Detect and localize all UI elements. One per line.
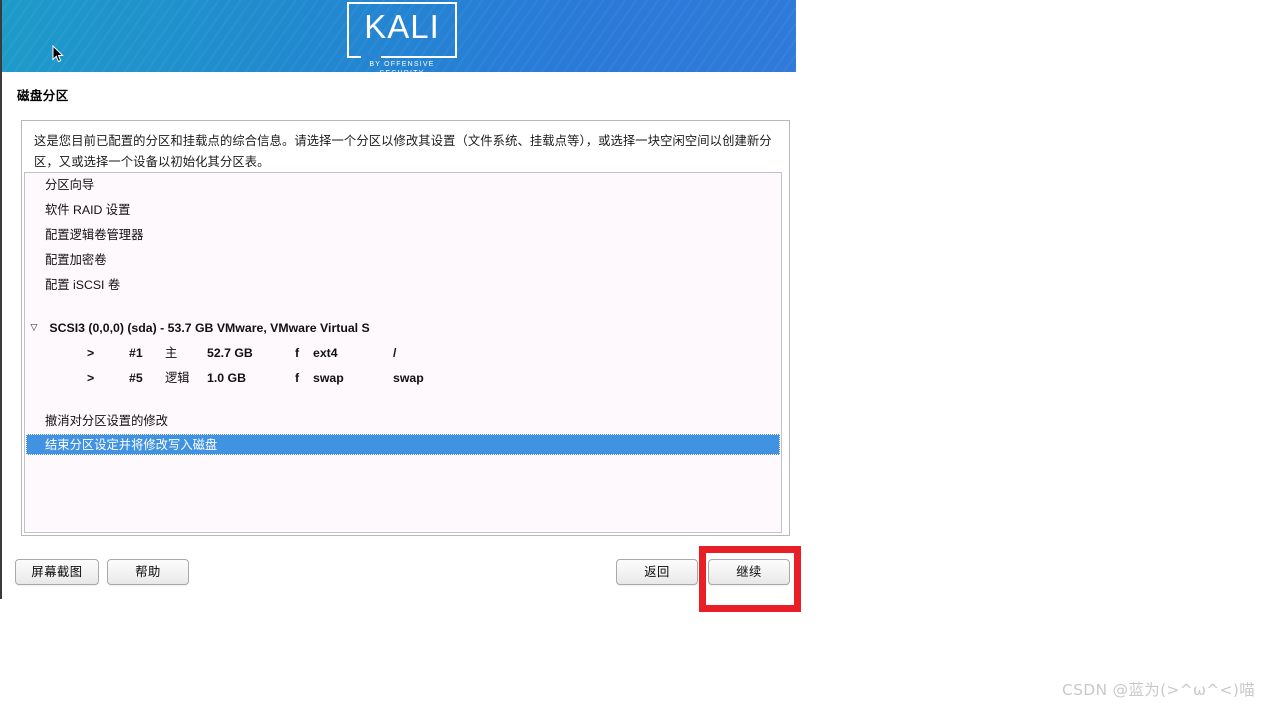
partition-mountpoint: /: [393, 346, 397, 360]
partition-type: 主: [165, 346, 178, 360]
partition-number: #5: [129, 371, 143, 385]
partition-mountpoint: swap: [393, 371, 424, 385]
watermark-text: CSDN @蓝为(>^ω^<)喵: [1062, 681, 1255, 699]
partition-size: 1.0 GB: [207, 371, 246, 385]
partition-expander[interactable]: >: [87, 341, 94, 366]
list-item-undo-changes[interactable]: 撤消对分区设置的修改: [25, 409, 781, 434]
list-item-software-raid[interactable]: 软件 RAID 设置: [25, 198, 781, 223]
mouse-cursor-icon: [52, 45, 64, 63]
installer-window: KALI BY OFFENSIVE SECURITY 磁盘分区 这是您目前已配置…: [0, 0, 796, 599]
partition-number: #1: [129, 346, 143, 360]
partition-type: 逻辑: [165, 371, 190, 385]
table-row[interactable]: > #5 逻辑 1.0 GB f swap swap: [25, 366, 781, 391]
kali-logo: KALI BY OFFENSIVE SECURITY: [347, 2, 459, 72]
list-item-label: 软件 RAID 设置: [45, 203, 131, 217]
list-item-label: 配置 iSCSI 卷: [45, 278, 121, 292]
screenshot-button[interactable]: 屏幕截图: [15, 559, 99, 585]
partition-flag: f: [295, 346, 300, 360]
list-item-label: 配置加密卷: [45, 253, 107, 267]
list-item-label: 分区向导: [45, 178, 95, 192]
description-text: 这是您目前已配置的分区和挂载点的综合信息。请选择一个分区以修改其设置（文件系统、…: [34, 134, 772, 169]
partition-list[interactable]: 分区向导 软件 RAID 设置 配置逻辑卷管理器 配置加密卷 配置 iSCSI …: [24, 172, 782, 533]
list-item-configure-encrypted-volumes[interactable]: 配置加密卷: [25, 248, 781, 273]
disk-row-sda[interactable]: ▽ SCSI3 (0,0,0) (sda) - 53.7 GB VMware, …: [25, 316, 781, 341]
page-title: 磁盘分区: [17, 89, 69, 103]
partition-filesystem: swap: [313, 371, 344, 385]
logo-notch: [361, 54, 381, 58]
disk-label: SCSI3 (0,0,0) (sda) - 53.7 GB VMware, VM…: [49, 321, 370, 335]
partition-expander[interactable]: >: [87, 366, 94, 391]
list-item-label: 结束分区设定并将修改写入磁盘: [45, 438, 218, 452]
list-item-label: 撤消对分区设置的修改: [45, 414, 168, 428]
chevron-down-icon[interactable]: ▽: [27, 315, 41, 340]
list-item-configure-iscsi[interactable]: 配置 iSCSI 卷: [25, 273, 781, 298]
back-button[interactable]: 返回: [616, 559, 698, 585]
partition-filesystem: ext4: [313, 346, 338, 360]
help-button[interactable]: 帮助: [107, 559, 189, 585]
list-item-guided-partitioning[interactable]: 分区向导: [25, 173, 781, 198]
logo-wordmark: KALI: [364, 8, 440, 45]
logo-tagline: BY OFFENSIVE SECURITY: [369, 61, 435, 72]
partition-size: 52.7 GB: [207, 346, 253, 360]
kali-banner: KALI BY OFFENSIVE SECURITY: [2, 0, 796, 72]
continue-button[interactable]: 继续: [708, 559, 790, 585]
list-item-configure-lvm[interactable]: 配置逻辑卷管理器: [25, 223, 781, 248]
list-item-label: 配置逻辑卷管理器: [45, 228, 144, 242]
partitioning-panel: 这是您目前已配置的分区和挂载点的综合信息。请选择一个分区以修改其设置（文件系统、…: [21, 120, 790, 536]
table-row[interactable]: > #1 主 52.7 GB f ext4 /: [25, 341, 781, 366]
list-item-finish-partitioning-selected[interactable]: 结束分区设定并将修改写入磁盘: [26, 434, 780, 455]
partition-flag: f: [295, 371, 300, 385]
